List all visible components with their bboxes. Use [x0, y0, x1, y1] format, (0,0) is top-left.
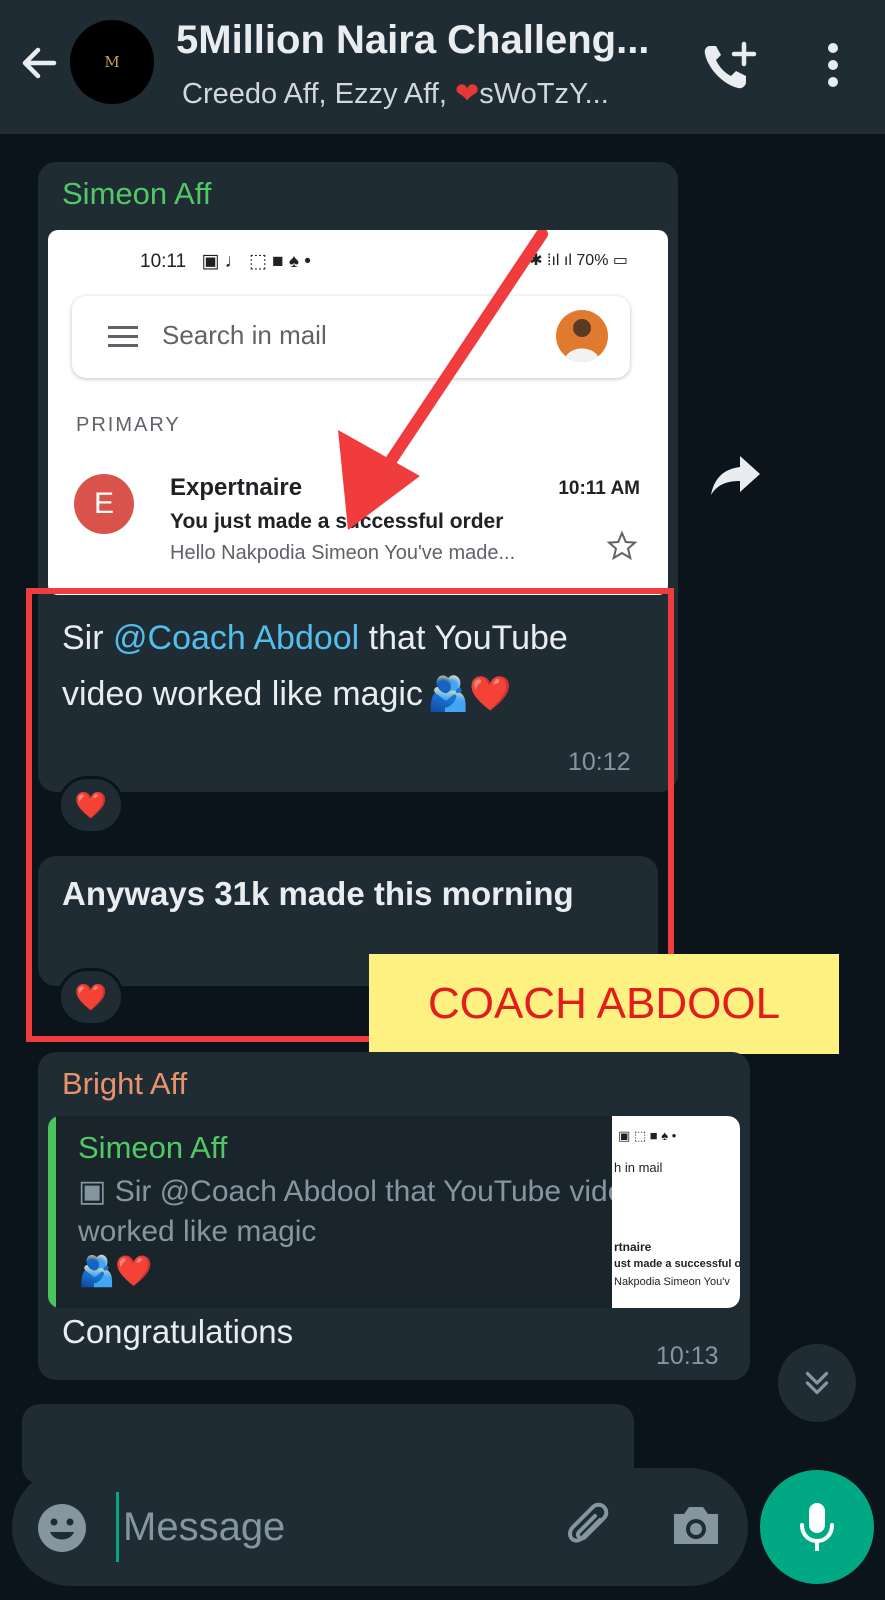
- mail-time: 10:11 AM: [558, 478, 640, 499]
- message-time: 10:13: [656, 1342, 719, 1370]
- star-icon: [606, 530, 638, 561]
- back-arrow-icon[interactable]: [14, 38, 64, 88]
- mail-snippet: Hello Nakpodia Simeon You've made...: [170, 542, 516, 564]
- group-title[interactable]: 5Million Naira Challeng...: [176, 18, 676, 63]
- image-icon: ▣: [78, 1175, 107, 1208]
- message-text: Congratulations: [62, 1313, 294, 1350]
- thumb-line: ust made a successful o: [614, 1258, 740, 1270]
- mail-subject: You just made a successful order: [170, 510, 504, 533]
- voice-message-button[interactable]: [760, 1470, 874, 1584]
- status-icons: ▣ ♩ ⬚ ■ ♠ •: [201, 251, 311, 272]
- chat-area[interactable]: Simeon Aff 10:11 ▣ ♩ ⬚ ■ ♠ • ✱ ⁞ıl ıl 70…: [0, 134, 885, 1600]
- thumb-line: Nakpodia Simeon You'v: [614, 1276, 730, 1288]
- sender-name: Bright Aff: [62, 1066, 188, 1101]
- mail-section-label: PRIMARY: [76, 414, 181, 436]
- mail-avatar-letter: E: [93, 487, 114, 520]
- thumb-line: rtnaire: [614, 1240, 652, 1254]
- microphone-icon: [800, 1503, 834, 1551]
- forward-icon[interactable]: [708, 452, 764, 498]
- status-signal-icon: ✱ ⁞ıl ıl: [529, 252, 572, 269]
- message-input[interactable]: [116, 1492, 546, 1562]
- mail-search-bar: Search in mail: [72, 296, 630, 378]
- double-chevron-down-icon: [805, 1371, 829, 1395]
- heart-emoji: ❤: [454, 78, 480, 110]
- members-list-part2: sWoTzY...: [479, 78, 609, 110]
- quote-accent-bar: [48, 1116, 56, 1308]
- quote-text-content: Sir @Coach Abdool that YouTube video wor…: [78, 1175, 642, 1248]
- mail-sender: Expertnaire: [170, 474, 303, 501]
- sender-name: Simeon Aff: [62, 176, 212, 211]
- quote-emoji: 🫂❤️: [78, 1255, 153, 1288]
- mail-search-placeholder: Search in mail: [162, 320, 327, 350]
- add-call-icon[interactable]: [700, 38, 760, 94]
- chat-header: M 5Million Naira Challeng... Creedo Aff,…: [0, 0, 885, 134]
- image-attachment[interactable]: 10:11 ▣ ♩ ⬚ ■ ♠ • ✱ ⁞ıl ıl 70% ▭ Search …: [48, 230, 668, 595]
- status-bar: 10:11 ▣ ♩ ⬚ ■ ♠ •: [140, 250, 311, 273]
- menu-icon: [108, 326, 138, 347]
- mail-sender-avatar: E: [74, 474, 134, 534]
- quote-text: ▣ Sir @Coach Abdool that YouTube video w…: [78, 1172, 658, 1292]
- quote-thumbnail: ▣ ⬚ ■ ♠ • h in mail rtnaire ust made a s…: [612, 1116, 740, 1308]
- group-avatar-letter: M: [104, 53, 120, 71]
- thumb-status-icons: ▣ ⬚ ■ ♠ •: [618, 1128, 677, 1143]
- camera-icon[interactable]: [668, 1498, 724, 1554]
- account-avatar: [556, 310, 608, 362]
- thumb-line: h in mail: [614, 1160, 663, 1175]
- group-avatar[interactable]: M: [70, 20, 154, 104]
- members-list-part1: Creedo Aff, Ezzy Aff,: [182, 78, 455, 110]
- quote-sender: Simeon Aff: [78, 1130, 228, 1165]
- emoji-icon[interactable]: [36, 1502, 88, 1554]
- more-options-icon[interactable]: [818, 40, 848, 90]
- status-battery: 70%: [576, 252, 609, 269]
- annotation-label: COACH ABDOOL: [369, 954, 839, 1054]
- status-time: 10:11: [140, 251, 187, 272]
- group-members[interactable]: Creedo Aff, Ezzy Aff, ❤sWoTzY...: [182, 76, 682, 111]
- quoted-message[interactable]: Simeon Aff ▣ Sir @Coach Abdool that YouT…: [48, 1116, 740, 1308]
- status-bar-right: ✱ ⁞ıl ıl 70% ▭: [529, 250, 628, 270]
- battery-icon: ▭: [612, 252, 628, 269]
- attachment-icon[interactable]: [560, 1496, 616, 1556]
- message-composer: [12, 1468, 748, 1586]
- scroll-to-bottom-button[interactable]: [778, 1344, 856, 1422]
